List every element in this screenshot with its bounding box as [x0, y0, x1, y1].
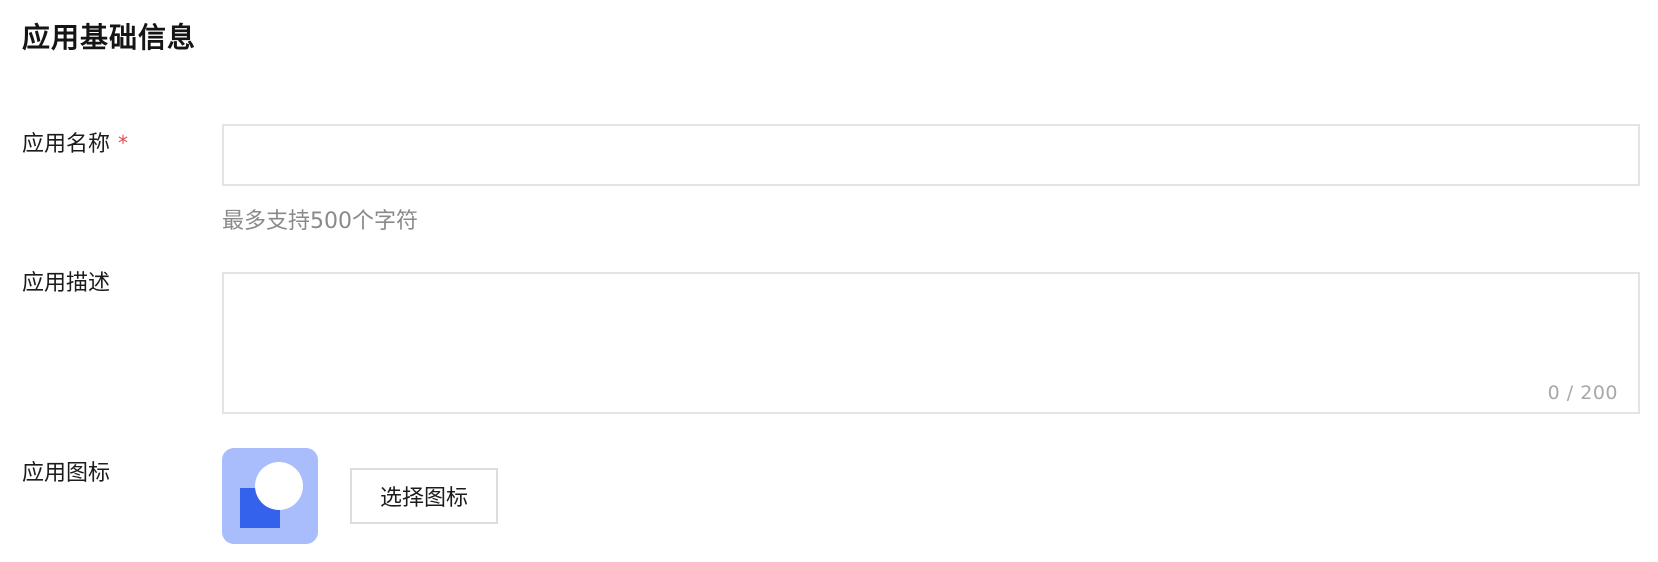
- app-name-label: 应用名称: [22, 132, 111, 157]
- app-logo-icon: [222, 448, 318, 544]
- app-description-textarea[interactable]: [224, 274, 1638, 412]
- app-name-hint: 最多支持500个字符: [222, 209, 418, 234]
- select-icon-button[interactable]: 选择图标: [350, 468, 498, 524]
- section-title: 应用基础信息: [22, 21, 197, 54]
- app-description-field: 0 / 200: [222, 272, 1640, 414]
- app-logo-circle: [255, 462, 303, 510]
- app-name-input[interactable]: [222, 124, 1640, 186]
- app-description-label: 应用描述: [22, 271, 111, 296]
- app-name-label-row: 应用名称 *: [22, 128, 128, 161]
- char-counter: 0 / 200: [1547, 382, 1618, 404]
- app-icon-label: 应用图标: [22, 461, 111, 486]
- app-basic-info-page: 应用基础信息 应用名称 * 最多支持500个字符 应用描述 0 / 200 应用图…: [0, 0, 1658, 562]
- required-mark: *: [118, 131, 129, 155]
